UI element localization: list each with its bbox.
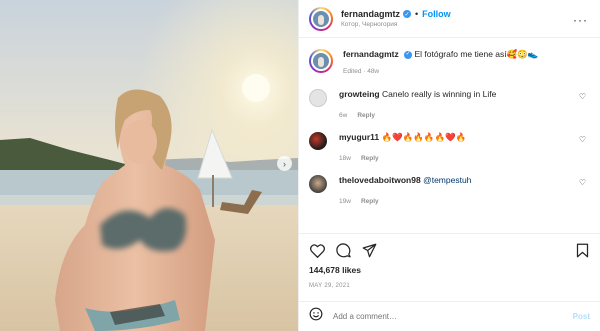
- verified-badge-icon: ✓: [404, 50, 413, 59]
- post-caption: fernandagmtz ✓ El fotógrafo me tiene así…: [299, 38, 600, 75]
- comment-username[interactable]: myugur11: [339, 132, 379, 142]
- comment-text: 🔥❤️🔥🔥🔥🔥❤️🔥: [381, 132, 467, 142]
- author-username[interactable]: fernandagmtz: [341, 9, 400, 19]
- caption-avatar[interactable]: [309, 49, 333, 73]
- chevron-right-icon: ›: [283, 158, 286, 169]
- comment-item: growteing Canelo really is winning in Li…: [309, 89, 590, 132]
- comment-avatar[interactable]: [309, 175, 327, 193]
- next-photo-button[interactable]: ›: [277, 156, 292, 171]
- share-icon[interactable]: [361, 243, 377, 259]
- comment-item: myugur11 🔥❤️🔥🔥🔥🔥❤️🔥 18w Reply ♡: [309, 132, 590, 175]
- post-photo[interactable]: ›: [0, 0, 298, 331]
- add-comment-bar: Post: [299, 301, 600, 331]
- caption-username[interactable]: fernandagmtz: [343, 49, 399, 59]
- likes-count[interactable]: 144,678 likes: [309, 265, 361, 275]
- reply-button[interactable]: Reply: [361, 155, 379, 162]
- post-header: fernandagmtz ✓ • Follow Котор, Черногори…: [299, 0, 600, 38]
- comment-age: 19w: [339, 198, 351, 205]
- comment-icon[interactable]: [335, 243, 351, 259]
- comment-username[interactable]: thelovedaboitwon98: [339, 175, 421, 185]
- post-comment-button[interactable]: Post: [573, 312, 590, 321]
- comment-item: thelovedaboitwon98 @tempestuh 19w Reply ♡: [309, 175, 590, 218]
- like-comment-icon[interactable]: ♡: [579, 92, 586, 101]
- comment-avatar[interactable]: [309, 132, 327, 150]
- comment-mention[interactable]: @tempestuh: [423, 175, 471, 185]
- like-comment-icon[interactable]: ♡: [579, 178, 586, 187]
- emoji-icon[interactable]: [309, 307, 323, 326]
- post-details-panel: fernandagmtz ✓ • Follow Котор, Черногори…: [298, 0, 600, 331]
- beach-photo: [0, 0, 298, 331]
- more-options-icon[interactable]: ···: [573, 13, 588, 27]
- verified-badge-icon: ✓: [403, 10, 412, 18]
- comment-age: 6w: [339, 112, 348, 119]
- reply-button[interactable]: Reply: [361, 198, 379, 205]
- add-comment-input[interactable]: [333, 312, 573, 321]
- post-actions-bar: [299, 233, 600, 261]
- save-bookmark-icon[interactable]: [574, 243, 590, 259]
- post-date: MAY 29, 2021: [309, 283, 351, 289]
- comment-avatar[interactable]: [309, 89, 327, 107]
- comment-username[interactable]: growteing: [339, 89, 380, 99]
- follow-button[interactable]: Follow: [422, 9, 451, 19]
- comment-text: Canelo really is winning in Life: [381, 89, 497, 99]
- caption-meta: Edited · 48w: [343, 68, 380, 75]
- comments-list: growteing Canelo really is winning in Li…: [299, 89, 600, 218]
- comment-age: 18w: [339, 155, 351, 162]
- reply-button[interactable]: Reply: [357, 112, 375, 119]
- like-comment-icon[interactable]: ♡: [579, 135, 586, 144]
- like-heart-icon[interactable]: [309, 243, 325, 259]
- separator-dot: •: [415, 9, 419, 19]
- post-modal: › fernandagmtz ✓ • Follow Котор, Черного…: [0, 0, 600, 331]
- caption-text: El fotógrafo me tiene así🥰😳👟: [414, 49, 539, 59]
- author-avatar[interactable]: [309, 6, 333, 31]
- post-location[interactable]: Котор, Черногория: [341, 21, 451, 28]
